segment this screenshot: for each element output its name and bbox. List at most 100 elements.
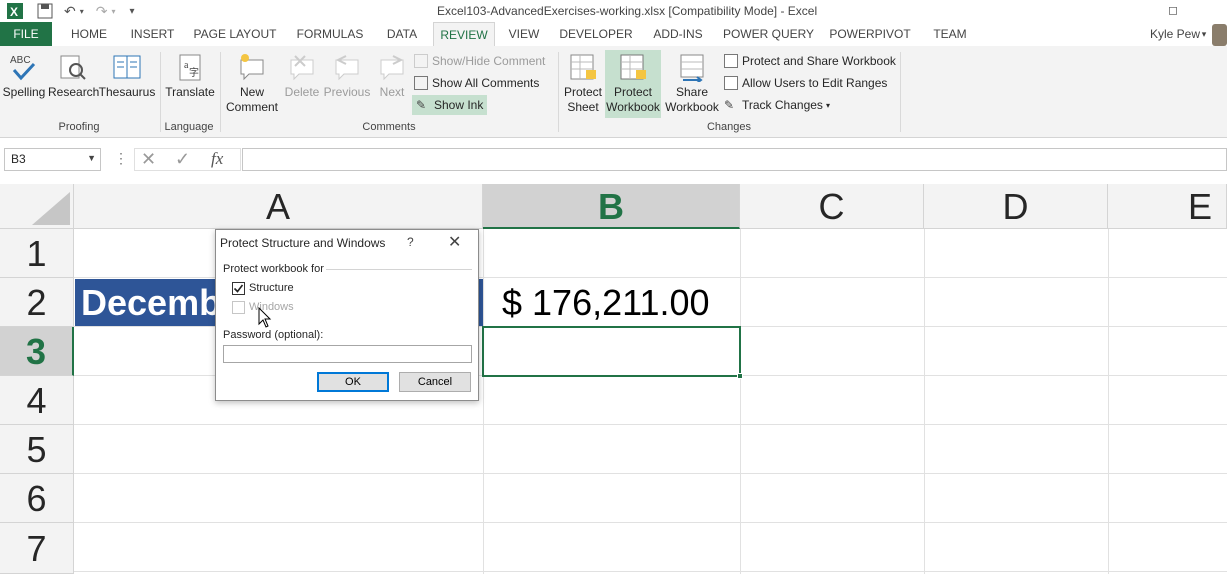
new-comment-button[interactable]: New Comment bbox=[226, 52, 278, 115]
tab-team[interactable]: TEAM bbox=[924, 22, 976, 46]
tab-power-query[interactable]: POWER QUERY bbox=[721, 22, 816, 46]
next-comment-icon bbox=[380, 55, 404, 81]
select-all-button[interactable] bbox=[0, 184, 74, 229]
tab-file[interactable]: FILE bbox=[0, 22, 52, 46]
gridline bbox=[924, 229, 925, 574]
mouse-pointer-icon bbox=[258, 307, 272, 328]
ok-button[interactable]: OK bbox=[317, 372, 389, 392]
protect-sheet-icon bbox=[570, 54, 596, 80]
windows-checkbox[interactable] bbox=[232, 301, 245, 314]
row-header-1[interactable]: 1 bbox=[0, 229, 74, 278]
share-workbook-button[interactable]: Share Workbook bbox=[664, 52, 720, 115]
customize-qat-icon[interactable]: ▾ bbox=[130, 6, 135, 17]
tab-add-ins[interactable]: ADD-INS bbox=[646, 22, 710, 46]
row-header-7[interactable]: 7 bbox=[0, 523, 74, 574]
delete-comment-button[interactable]: Delete bbox=[282, 52, 322, 100]
svg-text:X: X bbox=[10, 5, 18, 19]
column-header-a[interactable]: A bbox=[74, 184, 483, 229]
column-header-c[interactable]: C bbox=[740, 184, 924, 229]
previous-comment-button[interactable]: Previous bbox=[322, 52, 372, 100]
row-header-6[interactable]: 6 bbox=[0, 474, 74, 523]
row-header-3[interactable]: 3 bbox=[0, 327, 74, 376]
row-header-4[interactable]: 4 bbox=[0, 376, 74, 425]
column-header-d[interactable]: D bbox=[924, 184, 1108, 229]
new-comment-icon bbox=[240, 54, 264, 81]
worksheet-grid: A B C D E 1 2 3 4 5 6 7 December $ 176,2… bbox=[0, 184, 1227, 574]
tab-data[interactable]: DATA bbox=[380, 22, 424, 46]
structure-checkbox[interactable] bbox=[232, 282, 245, 295]
protect-sheet-button[interactable]: Protect Sheet bbox=[562, 52, 604, 115]
close-icon[interactable]: ✕ bbox=[448, 232, 461, 252]
tab-powerpivot[interactable]: POWERPIVOT bbox=[826, 22, 914, 46]
undo-dropdown-icon[interactable]: ▾ bbox=[80, 7, 84, 16]
divider bbox=[326, 269, 472, 270]
allow-users-edit-ranges-button[interactable]: Allow Users to Edit Ranges bbox=[724, 73, 887, 93]
spelling-button[interactable]: ABC Spelling bbox=[2, 52, 46, 100]
avatar[interactable] bbox=[1212, 24, 1227, 46]
track-changes-button[interactable]: ✎ Track Changes ▾ bbox=[724, 95, 830, 115]
cell-b3-selection[interactable] bbox=[482, 326, 741, 377]
insert-function-icon[interactable]: fx bbox=[211, 149, 223, 169]
ribbon-tabs: FILE HOME INSERT PAGE LAYOUT FORMULAS DA… bbox=[0, 22, 1227, 46]
track-changes-icon: ✎ bbox=[724, 98, 735, 112]
show-hide-comment-button[interactable]: Show/Hide Comment bbox=[414, 51, 545, 71]
thesaurus-button[interactable]: Thesaurus bbox=[98, 52, 156, 100]
show-all-comments-icon bbox=[414, 76, 428, 90]
show-ink-button[interactable]: ✎ Show Ink bbox=[412, 95, 488, 115]
group-label-changes: Changes bbox=[706, 121, 752, 133]
svg-text:字: 字 bbox=[189, 66, 199, 79]
restore-icon[interactable]: ◻ bbox=[1158, 0, 1188, 20]
checkmark-icon bbox=[233, 284, 244, 293]
cancel-button[interactable]: Cancel bbox=[399, 372, 471, 392]
formula-input[interactable] bbox=[242, 148, 1227, 171]
excel-logo-icon: X bbox=[7, 3, 23, 19]
row-header-2[interactable]: 2 bbox=[0, 278, 74, 327]
protect-and-share-workbook-button[interactable]: Protect and Share Workbook bbox=[724, 51, 896, 71]
save-icon[interactable] bbox=[36, 2, 54, 20]
structure-label[interactable]: Structure bbox=[249, 282, 294, 294]
tab-page-layout[interactable]: PAGE LAYOUT bbox=[190, 22, 280, 46]
fill-handle[interactable] bbox=[737, 373, 743, 379]
name-box-dropdown-icon[interactable]: ▼ bbox=[87, 153, 96, 163]
group-label-language: Language bbox=[164, 121, 214, 133]
redo-icon[interactable]: ↷ bbox=[96, 3, 108, 20]
tab-home[interactable]: HOME bbox=[63, 22, 115, 46]
tab-formulas[interactable]: FORMULAS bbox=[290, 22, 370, 46]
enter-formula-icon[interactable]: ✓ bbox=[175, 149, 190, 170]
protect-structure-dialog: Protect Structure and Windows ? ✕ Protec… bbox=[215, 229, 479, 401]
column-header-b[interactable]: B bbox=[483, 184, 740, 229]
dialog-title: Protect Structure and Windows bbox=[220, 236, 386, 250]
group-label-comments: Comments bbox=[362, 121, 416, 133]
name-box[interactable]: B3 ▼ bbox=[4, 148, 101, 171]
select-all-triangle-icon bbox=[32, 192, 70, 225]
help-icon[interactable]: ? bbox=[407, 235, 414, 249]
formula-bar-grip-icon[interactable]: ⋮ bbox=[114, 150, 128, 167]
protect-workbook-for-label: Protect workbook for bbox=[223, 263, 324, 275]
track-changes-dropdown-icon: ▾ bbox=[825, 100, 830, 110]
undo-icon[interactable]: ↶ bbox=[64, 3, 76, 20]
tab-view[interactable]: VIEW bbox=[503, 22, 545, 46]
column-header-e[interactable]: E bbox=[1108, 184, 1227, 229]
research-button[interactable]: Research bbox=[48, 52, 99, 100]
delete-comment-icon bbox=[290, 55, 314, 81]
quick-access-toolbar: X ↶ ▾ ↷ ▾ ▾ bbox=[6, 2, 135, 20]
cancel-formula-icon[interactable]: ✕ bbox=[141, 149, 156, 170]
translate-button[interactable]: a字 Translate bbox=[164, 52, 216, 100]
window-title: Excel103-AdvancedExercises-working.xlsx … bbox=[437, 4, 818, 18]
tab-developer[interactable]: DEVELOPER bbox=[557, 22, 635, 46]
protect-share-icon bbox=[724, 54, 738, 68]
tab-review[interactable]: REVIEW bbox=[433, 22, 495, 46]
password-input[interactable] bbox=[223, 345, 472, 363]
tab-insert[interactable]: INSERT bbox=[125, 22, 180, 46]
protect-workbook-button[interactable]: Protect Workbook bbox=[605, 50, 661, 118]
row-header-5[interactable]: 5 bbox=[0, 425, 74, 474]
allow-users-icon bbox=[724, 76, 738, 90]
redo-dropdown-icon[interactable]: ▾ bbox=[111, 7, 115, 16]
user-dropdown-icon[interactable]: ▾ bbox=[1198, 22, 1210, 46]
cell-b2[interactable]: $ 176,211.00 bbox=[484, 279, 740, 326]
svg-text:ABC: ABC bbox=[10, 55, 31, 66]
gridline bbox=[740, 229, 741, 574]
show-all-comments-button[interactable]: Show All Comments bbox=[414, 73, 539, 93]
separator bbox=[558, 52, 559, 132]
next-comment-button[interactable]: Next bbox=[374, 52, 410, 100]
